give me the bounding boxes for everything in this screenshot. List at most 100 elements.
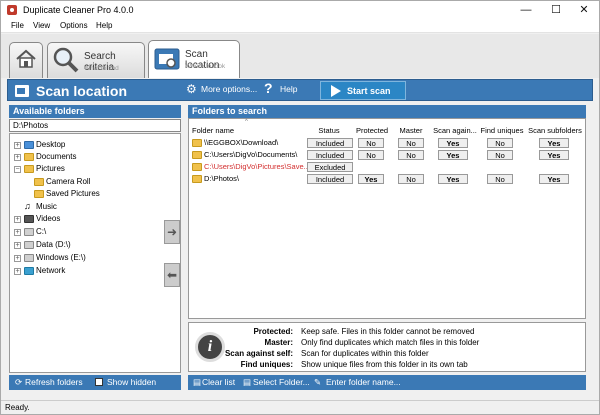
tree-item-pictures[interactable]: Pictures <box>36 164 65 173</box>
show-hidden-checkbox[interactable] <box>95 378 103 386</box>
location-header-icon <box>15 85 29 97</box>
folder-icon <box>34 190 44 198</box>
column-header-protected[interactable]: Protected <box>352 126 392 135</box>
tree-item-saved-pictures[interactable]: Saved Pictures <box>46 189 100 198</box>
music-icon: ♫ <box>24 201 31 211</box>
menu-view[interactable]: View <box>33 21 50 30</box>
tab-search-criteria-sub: What to find <box>84 65 119 72</box>
scan-against-self-toggle[interactable]: Yes <box>438 138 468 148</box>
tree-item-videos[interactable]: Videos <box>36 214 60 223</box>
column-header-status[interactable]: Status <box>315 126 343 135</box>
start-scan-button[interactable]: Start scan <box>320 81 406 100</box>
available-folders-footer: ⟳ Refresh folders Show hidden <box>9 375 181 390</box>
tree-item-e-drive[interactable]: Windows (E:\) <box>36 253 86 262</box>
tree-item-d-drive[interactable]: Data (D:\) <box>36 240 71 249</box>
expand-icon[interactable]: + <box>14 142 21 149</box>
add-folder-arrow-button[interactable]: ➜ <box>164 220 180 244</box>
desktop-icon <box>24 141 34 149</box>
folder-name[interactable]: C:\Users\DigVo\Documents\ <box>204 150 297 159</box>
protected-toggle[interactable]: No <box>358 138 384 148</box>
protected-toggle[interactable]: No <box>358 150 384 160</box>
help-button[interactable]: Help <box>280 84 297 94</box>
tab-scan-location[interactable]: Scan location Where to look <box>148 40 240 78</box>
menu-options[interactable]: Options <box>60 21 88 30</box>
tab-strip: Search criteria What to find Scan locati… <box>1 34 599 78</box>
folder-icon <box>24 165 34 173</box>
collapse-icon[interactable]: − <box>14 166 21 173</box>
status-cell[interactable]: Included <box>307 150 353 160</box>
clear-list-icon: ▤ <box>193 377 202 387</box>
excluded-folder-icon <box>192 163 202 171</box>
expand-icon[interactable]: + <box>14 255 21 262</box>
drive-icon <box>24 228 34 236</box>
info-key: Scan against self: <box>224 349 293 358</box>
refresh-folders-button[interactable]: Refresh folders <box>25 377 83 387</box>
folder-icon <box>192 139 202 147</box>
maximize-button[interactable]: ☐ <box>544 3 568 17</box>
tree-item-music[interactable]: Music <box>36 202 57 211</box>
folder-name[interactable]: C:\Users\DigVo\Pictures\Save... <box>204 162 310 171</box>
protected-toggle[interactable]: Yes <box>358 174 384 184</box>
expand-icon[interactable]: + <box>14 268 21 275</box>
remove-folder-arrow-button[interactable]: ⬅ <box>164 263 180 287</box>
more-options-button[interactable]: More options... <box>201 84 257 94</box>
folder-name[interactable]: D:\Photos\ <box>204 174 239 183</box>
status-cell[interactable]: Included <box>307 174 353 184</box>
menu-help[interactable]: Help <box>96 21 112 30</box>
enter-folder-icon: ✎ <box>314 377 322 387</box>
magnifier-icon <box>53 47 79 73</box>
status-cell[interactable]: Excluded <box>307 162 353 172</box>
expand-icon[interactable]: + <box>14 216 21 223</box>
column-header-master[interactable]: Master <box>396 126 426 135</box>
drive-icon <box>24 254 34 262</box>
scan-subfolders-toggle[interactable]: Yes <box>539 150 569 160</box>
folder-tree: + Desktop + Documents − Pictures Camera … <box>9 133 181 373</box>
expand-icon[interactable]: + <box>14 154 21 161</box>
expand-icon[interactable]: + <box>14 242 21 249</box>
scan-against-self-toggle[interactable]: Yes <box>438 150 468 160</box>
menu-file[interactable]: File <box>11 21 24 30</box>
status-bar: Ready. <box>1 400 599 414</box>
find-uniques-toggle[interactable]: No <box>487 174 513 184</box>
tree-item-network[interactable]: Network <box>36 266 65 275</box>
scan-against-self-toggle[interactable]: Yes <box>438 174 468 184</box>
find-uniques-toggle[interactable]: No <box>487 138 513 148</box>
master-toggle[interactable]: No <box>398 138 424 148</box>
folders-footer: ▤ Clear list ▤ Select Folder... ✎ Enter … <box>188 375 586 390</box>
help-icon: ? <box>264 80 273 96</box>
title-bar: Duplicate Cleaner Pro 4.0.0 — ☐ ✕ <box>1 1 599 19</box>
column-header-scan-against-self[interactable]: Scan again... <box>432 126 478 135</box>
tree-item-desktop[interactable]: Desktop <box>36 140 65 149</box>
tree-item-documents[interactable]: Documents <box>36 152 76 161</box>
video-icon <box>24 215 34 223</box>
column-header-scan-subfolders[interactable]: Scan subfolders <box>527 126 583 135</box>
folders-to-search-heading: Folders to search <box>188 105 586 118</box>
column-header-find-uniques[interactable]: Find uniques <box>479 126 525 135</box>
find-uniques-toggle[interactable]: No <box>487 150 513 160</box>
enter-folder-name-button[interactable]: Enter folder name... <box>326 377 401 387</box>
tab-search-criteria[interactable]: Search criteria What to find <box>47 42 145 78</box>
folder-path-field[interactable]: D:\Photos <box>9 119 181 132</box>
select-folder-icon: ▤ <box>243 377 252 387</box>
master-toggle[interactable]: No <box>398 174 424 184</box>
tab-home[interactable] <box>9 42 43 78</box>
sort-asc-icon: ^ <box>245 119 248 125</box>
close-button[interactable]: ✕ <box>572 3 596 17</box>
select-folder-button[interactable]: Select Folder... <box>253 377 310 387</box>
page-title: Scan location <box>36 83 128 99</box>
info-key: Master: <box>264 338 293 347</box>
scan-subfolders-toggle[interactable]: Yes <box>539 138 569 148</box>
folder-name[interactable]: \\EGGBOX\Download\ <box>204 138 278 147</box>
info-key: Find uniques: <box>240 360 293 369</box>
gear-icon: ⚙ <box>186 82 197 96</box>
clear-list-button[interactable]: Clear list <box>202 377 235 387</box>
scan-subfolders-toggle[interactable]: Yes <box>539 174 569 184</box>
status-cell[interactable]: Included <box>307 138 353 148</box>
minimize-button[interactable]: — <box>514 3 538 17</box>
tree-item-camera-roll[interactable]: Camera Roll <box>46 177 90 186</box>
column-header-folder-name[interactable]: Folder name <box>192 126 234 135</box>
tree-item-c-drive[interactable]: C:\ <box>36 227 46 236</box>
expand-icon[interactable]: + <box>14 229 21 236</box>
locked-folder-icon <box>192 175 202 183</box>
master-toggle[interactable]: No <box>398 150 424 160</box>
